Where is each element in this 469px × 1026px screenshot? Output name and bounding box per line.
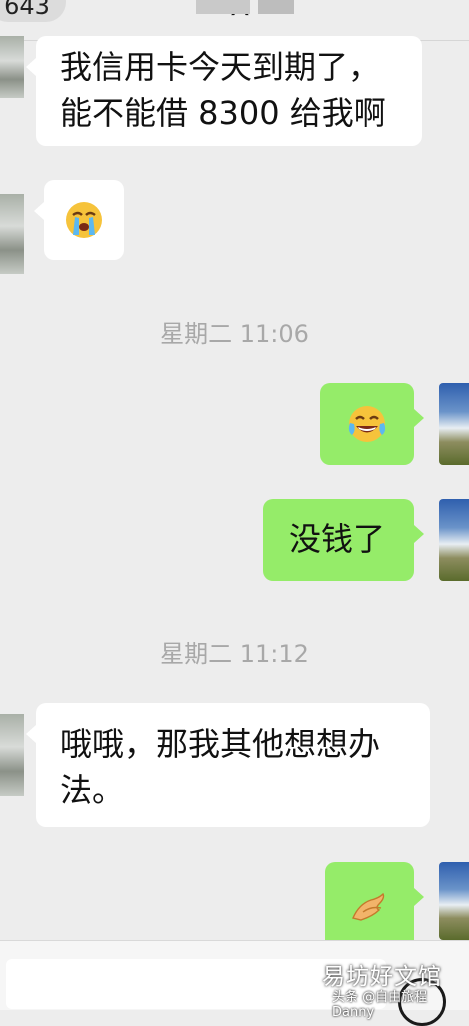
my-avatar[interactable] — [439, 383, 469, 465]
contact-avatar[interactable] — [0, 194, 24, 274]
emoji-bubble-outgoing[interactable] — [320, 383, 424, 465]
back-button-unread-count[interactable]: 643 — [0, 0, 66, 22]
message-bubble-outgoing[interactable]: 没钱了 — [263, 499, 424, 581]
message-text-line: 我信用卡今天到期了， — [60, 48, 381, 86]
emoji-bubble-incoming[interactable] — [34, 180, 124, 260]
emoji-bubble-outgoing[interactable] — [325, 862, 424, 940]
message-text-line: 法。 — [60, 771, 125, 809]
message-bubble-incoming[interactable]: 我信用卡今天到期了， 能不能借 8300 给我啊 — [26, 36, 422, 146]
chat-timestamp: 星期二 11:06 — [160, 320, 309, 348]
name-mosaic — [258, 0, 294, 14]
contact-avatar[interactable] — [0, 36, 24, 98]
name-mosaic — [196, 0, 250, 14]
message-text-line: 能不能借 8300 给我啊 — [60, 94, 386, 132]
my-avatar[interactable] — [439, 499, 469, 581]
pinching-hand-icon — [352, 892, 385, 921]
chat-header: 643 X — [0, 0, 469, 41]
chat-timestamp: 星期二 11:12 — [160, 640, 309, 668]
message-text-line: 没钱了 — [289, 520, 386, 558]
message-bubble-incoming[interactable]: 哦哦，那我其他想想办 法。 — [26, 703, 430, 827]
face-with-tears-of-joy-icon — [348, 406, 386, 442]
my-avatar[interactable] — [439, 862, 469, 940]
contact-avatar[interactable] — [0, 714, 24, 796]
loudly-crying-face-icon — [66, 202, 102, 238]
watermark-subtitle: 头条 @自由旅程Danny — [332, 990, 428, 1020]
message-text-line: 哦哦，那我其他想想办 — [60, 725, 381, 763]
